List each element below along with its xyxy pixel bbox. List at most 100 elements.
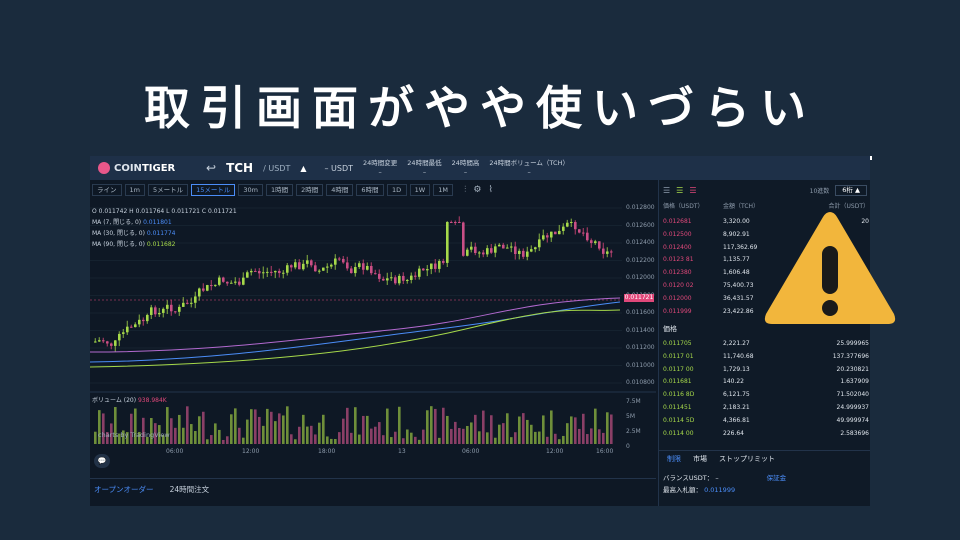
candle-body — [202, 288, 205, 291]
pair-dropdown-icon[interactable]: ▲ — [300, 164, 306, 173]
volume-bar — [518, 416, 521, 444]
book-asks-icon[interactable]: ☰ — [689, 186, 696, 195]
bid-row[interactable]: 0.011681 140.22 1.637909 — [663, 376, 869, 387]
tab-open-orders[interactable]: オープンオーダー — [94, 484, 154, 495]
depth-select[interactable]: 6桁 ▲ — [835, 184, 867, 196]
time-tick: 18:00 — [318, 448, 336, 455]
bid-row[interactable]: 0.0114 5D 4,366.81 49.999974 — [663, 415, 869, 426]
volume-bar — [490, 415, 493, 444]
candle-body — [114, 340, 117, 346]
volume-bar — [530, 424, 533, 444]
chat-icon[interactable]: 💬 — [94, 454, 110, 468]
candle-body — [198, 288, 201, 297]
timeframe-1[interactable]: 1m — [124, 184, 145, 196]
candle-body — [562, 226, 565, 231]
volume-bar — [258, 416, 261, 444]
stat-volume: 24時間ボリューム（TCH） – — [489, 159, 569, 176]
best-bid-value[interactable]: 0.011999 — [704, 486, 735, 494]
price-tick: 0.012200 — [626, 256, 655, 264]
volume-bar — [410, 432, 413, 444]
timeframe-4[interactable]: 30m — [238, 184, 263, 196]
candle-body — [106, 341, 109, 344]
indicator-icon[interactable]: ⫶ — [464, 185, 466, 195]
time-tick: 12:00 — [242, 448, 260, 455]
tab-24h-orders[interactable]: 24時間注文 — [170, 484, 210, 495]
timeframe-3[interactable]: 15メートル — [191, 184, 236, 196]
candle-body — [330, 264, 333, 267]
volume-bar — [198, 416, 201, 444]
volume-bar — [414, 436, 417, 444]
bid-row[interactable]: 0.0117 00 1,729.13 20.230821 — [663, 364, 869, 375]
volume-bar — [346, 407, 349, 444]
volume-bar — [382, 435, 385, 444]
tradingview-credit[interactable]: charts by TradingView — [98, 431, 170, 439]
volume-bar — [190, 424, 193, 444]
timeframe-5[interactable]: 1時間 — [266, 184, 294, 196]
candle-body — [254, 270, 257, 272]
deposit-link[interactable]: 保証金 — [767, 474, 787, 482]
bid-row[interactable]: 0.0116 8D 6,121.75 71.502040 — [663, 389, 869, 400]
volume-bar — [306, 426, 309, 444]
volume-bar — [466, 425, 469, 444]
ma90-legend: MA (90, 閉じる, 0) 0.011682 — [92, 241, 176, 248]
candle-body — [582, 232, 585, 234]
candle-body — [230, 282, 233, 284]
volume-bar — [314, 434, 317, 444]
back-icon[interactable]: ↩ — [206, 161, 216, 175]
tab-stop-limit[interactable]: ストップリミット — [719, 454, 775, 464]
price-chart[interactable]: O 0.011742 H 0.011764 L 0.011721 C 0.011… — [90, 202, 656, 455]
volume-bar — [590, 428, 593, 444]
timeframe-6[interactable]: 2時間 — [296, 184, 324, 196]
candle-body — [210, 285, 213, 287]
candle-body — [134, 324, 137, 328]
price-tick: 0.011400 — [626, 326, 655, 334]
volume-bar — [546, 436, 549, 444]
bid-row[interactable]: 0.0117 01 11,740.68 137.377696 — [663, 351, 869, 362]
candle-body — [534, 247, 537, 250]
candle-body — [394, 277, 397, 284]
settings-icon[interactable]: ⚙ — [473, 185, 481, 195]
volume-bar — [486, 432, 489, 444]
candle-body — [418, 268, 421, 277]
candle-body — [542, 235, 545, 240]
timeframe-11[interactable]: 1M — [433, 184, 454, 196]
candle-body — [462, 222, 465, 256]
volume-bar — [478, 431, 481, 444]
chart-type-icon[interactable]: ⌇ — [488, 185, 492, 195]
timeframe-10[interactable]: 1W — [409, 184, 431, 196]
volume-tick: 2.5M — [626, 428, 641, 435]
logo[interactable]: COINTIGER — [98, 162, 196, 174]
timeframe-0[interactable]: ライン — [92, 184, 122, 196]
volume-bar — [234, 408, 237, 444]
volume-bar — [362, 415, 365, 444]
timeframe-9[interactable]: 1D — [386, 184, 407, 196]
book-bids-icon[interactable]: ☰ — [676, 186, 683, 195]
pair-base[interactable]: TCH — [226, 161, 253, 175]
volume-bar — [406, 429, 409, 444]
bid-row[interactable]: 0.011451 2,183.21 24.999937 — [663, 402, 869, 413]
volume-bar — [202, 411, 205, 444]
volume-bar — [366, 415, 369, 444]
candle-body — [430, 263, 433, 270]
volume-bar — [338, 432, 341, 444]
tab-market[interactable]: 市場 — [693, 454, 707, 464]
volume-bar — [246, 419, 249, 444]
volume-bar — [182, 427, 185, 444]
volume-tick: 0 — [626, 443, 630, 450]
timeframe-8[interactable]: 6時間 — [356, 184, 384, 196]
candle-body — [290, 265, 293, 268]
candle-body — [266, 271, 269, 273]
bid-total: 20.230821 — [836, 365, 869, 373]
candle-body — [242, 277, 245, 285]
book-both-icon[interactable]: ☰ — [663, 186, 670, 195]
volume-bar — [242, 437, 245, 444]
bid-price: 0.011451 — [663, 404, 692, 411]
candle-body — [402, 275, 405, 281]
timeframe-2[interactable]: 5メートル — [147, 184, 189, 196]
candle-body — [502, 244, 505, 249]
bid-row[interactable]: 0.0114 00 226.64 2.583696 — [663, 428, 869, 439]
candle-body — [482, 252, 485, 255]
tab-limit[interactable]: 制限 — [667, 454, 681, 464]
timeframe-7[interactable]: 4時間 — [326, 184, 354, 196]
bid-row[interactable]: 0.011705 2,221.27 25.999965 — [663, 338, 869, 349]
